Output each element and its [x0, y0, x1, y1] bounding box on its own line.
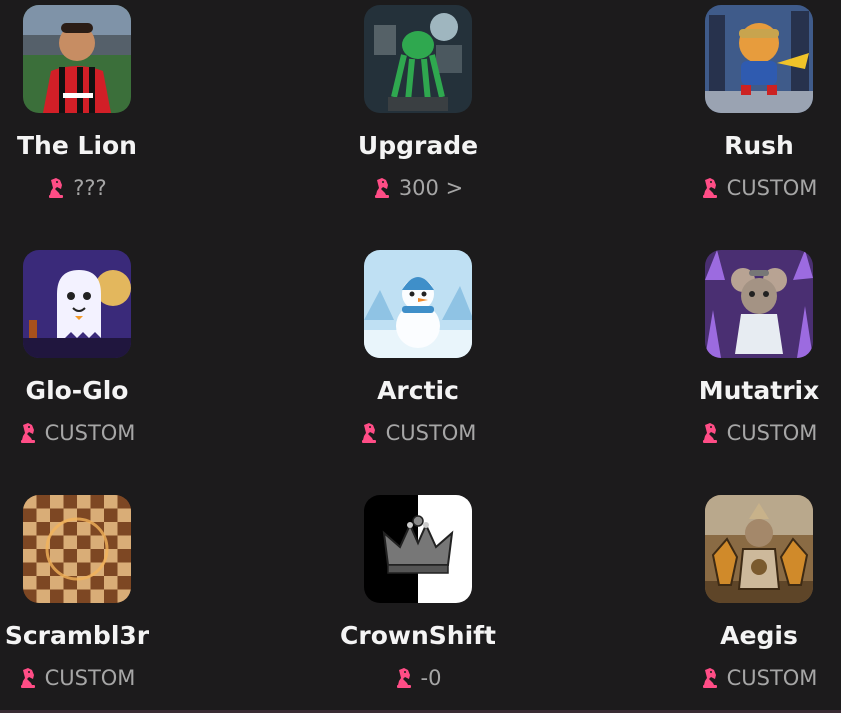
bot-name: Upgrade	[357, 131, 479, 160]
bot-name: Mutatrix	[698, 376, 820, 405]
knight-icon	[373, 177, 391, 199]
bot-meta: 300 >	[373, 175, 463, 201]
mutatrix-thumbnail[interactable]	[705, 250, 813, 358]
bot-card-aegis[interactable]: Aegis CUSTOM	[659, 495, 841, 691]
bot-card-arctic[interactable]: Arctic CUSTOM	[318, 250, 518, 446]
arctic-thumbnail[interactable]	[364, 250, 472, 358]
bot-meta: CUSTOM	[701, 420, 818, 446]
bot-meta: CUSTOM	[701, 175, 818, 201]
bot-rating: CUSTOM	[385, 421, 477, 445]
bot-name: Arctic	[377, 376, 459, 405]
scrambl3r-thumbnail[interactable]	[23, 495, 131, 603]
bot-card-scrambl3r[interactable]: Scrambl3r CUSTOM	[0, 495, 177, 691]
bot-name: Scrambl3r	[4, 621, 150, 650]
bot-grid: The Lion ??? Upgrade 300 > Rush CUSTOM G…	[0, 0, 841, 713]
bot-name: CrownShift	[340, 621, 496, 650]
knight-icon	[701, 177, 719, 199]
bot-rating: ???	[73, 176, 107, 200]
bot-meta: -0	[395, 665, 442, 691]
bot-card-the-lion[interactable]: The Lion ???	[0, 5, 177, 201]
bot-rating: CUSTOM	[44, 666, 136, 690]
knight-icon	[47, 177, 65, 199]
bot-meta: CUSTOM	[701, 665, 818, 691]
bot-card-glo-glo[interactable]: Glo-Glo CUSTOM	[0, 250, 177, 446]
lion-thumbnail[interactable]	[23, 5, 131, 113]
bot-rating: CUSTOM	[726, 666, 818, 690]
glo-glo-thumbnail[interactable]	[23, 250, 131, 358]
knight-icon	[19, 422, 37, 444]
bot-card-upgrade[interactable]: Upgrade 300 >	[318, 5, 518, 201]
crownshift-thumbnail[interactable]	[364, 495, 472, 603]
knight-icon	[701, 667, 719, 689]
bot-meta: CUSTOM	[360, 420, 477, 446]
bot-meta: CUSTOM	[19, 665, 136, 691]
bot-rating: 300 >	[398, 176, 464, 200]
knight-icon	[701, 422, 719, 444]
knight-icon	[395, 667, 413, 689]
bot-name: Rush	[724, 131, 794, 160]
bot-meta: ???	[47, 175, 107, 201]
bot-card-crownshift[interactable]: CrownShift -0	[318, 495, 518, 691]
rush-thumbnail[interactable]	[705, 5, 813, 113]
bot-name: Aegis	[720, 621, 798, 650]
upgrade-thumbnail[interactable]	[364, 5, 472, 113]
bot-rating: CUSTOM	[726, 421, 818, 445]
bot-name: The Lion	[17, 131, 137, 160]
knight-icon	[19, 667, 37, 689]
bot-meta: CUSTOM	[19, 420, 136, 446]
bot-card-mutatrix[interactable]: Mutatrix CUSTOM	[659, 250, 841, 446]
bot-rating: -0	[420, 666, 442, 690]
bot-card-rush[interactable]: Rush CUSTOM	[659, 5, 841, 201]
knight-icon	[360, 422, 378, 444]
bot-rating: CUSTOM	[44, 421, 136, 445]
bot-rating: CUSTOM	[726, 176, 818, 200]
aegis-thumbnail[interactable]	[705, 495, 813, 603]
bot-name: Glo-Glo	[25, 376, 129, 405]
